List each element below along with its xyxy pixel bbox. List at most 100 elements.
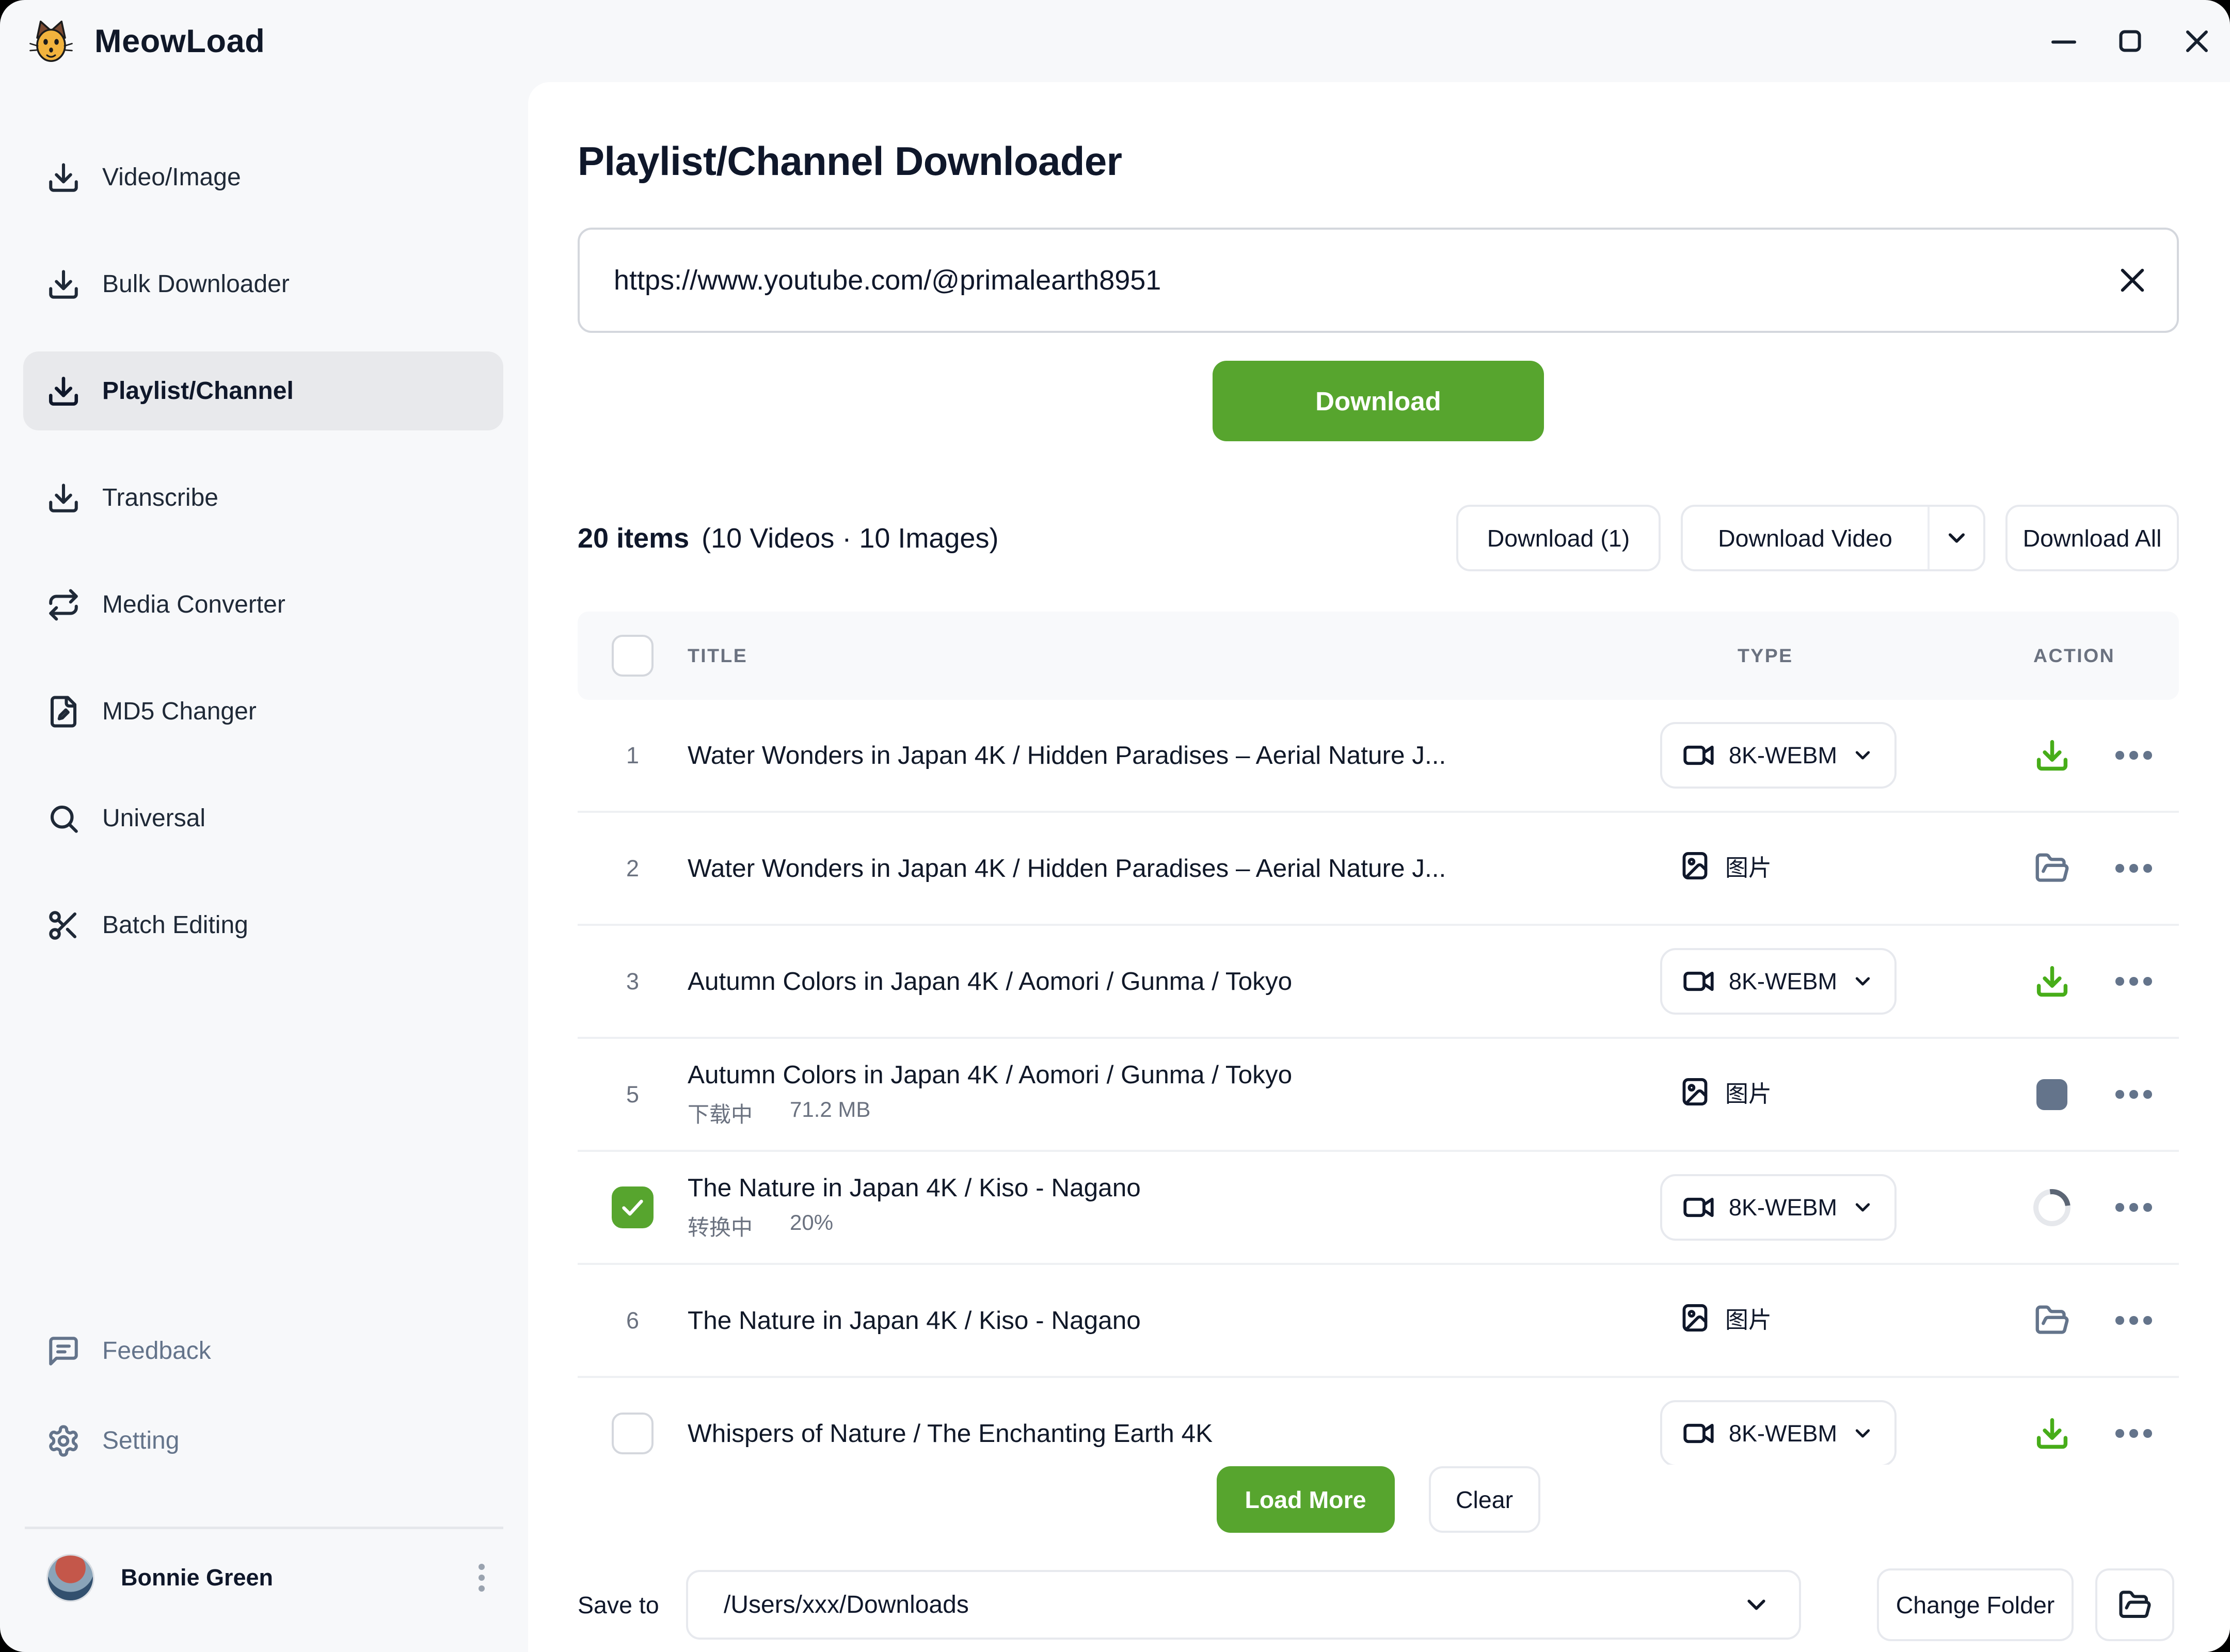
image-icon bbox=[1679, 1076, 1711, 1108]
meowload-logo-cat-icon bbox=[28, 18, 74, 65]
download-row-icon[interactable] bbox=[2032, 1414, 2072, 1454]
row-checkbox[interactable] bbox=[612, 1413, 654, 1454]
sidebar-item-md5-changer[interactable]: MD5 Changer bbox=[23, 672, 503, 751]
row-title: Autumn Colors in Japan 4K / Aomori / Gun… bbox=[688, 1060, 1660, 1089]
avatar bbox=[46, 1554, 94, 1602]
download-row-icon[interactable] bbox=[2032, 735, 2072, 776]
download-row-icon[interactable] bbox=[2032, 961, 2072, 1002]
open-folder-icon[interactable] bbox=[2032, 1301, 2072, 1341]
status-value: 20% bbox=[790, 1210, 833, 1242]
user-menu-dots-icon[interactable] bbox=[466, 1564, 497, 1592]
download-video-button[interactable]: Download Video bbox=[1683, 507, 1928, 569]
close-button[interactable] bbox=[2163, 0, 2230, 82]
pagination-actions: Load More Clear bbox=[578, 1466, 2179, 1533]
sidebar-item-playlist-channel[interactable]: Playlist/Channel bbox=[23, 351, 503, 430]
sidebar-item-setting[interactable]: Setting bbox=[23, 1401, 503, 1480]
table-row: Whispers of Nature / The Enchanting Eart… bbox=[578, 1378, 2179, 1465]
download-icon bbox=[46, 481, 81, 515]
load-more-button[interactable]: Load More bbox=[1217, 1466, 1395, 1533]
column-header-type: TYPE bbox=[1660, 645, 2024, 667]
video-icon bbox=[1682, 1191, 1715, 1224]
save-path-value: /Users/xxx/Downloads bbox=[724, 1591, 1742, 1619]
row-menu-dots-icon[interactable] bbox=[2115, 1429, 2152, 1438]
video-icon bbox=[1682, 1417, 1715, 1450]
open-save-folder-button[interactable] bbox=[2095, 1568, 2174, 1641]
items-summary: 20 items (10 Videos · 10 Images) bbox=[578, 505, 998, 571]
type-image: 图片 bbox=[1660, 1075, 1772, 1109]
row-number: 5 bbox=[626, 1081, 639, 1108]
download-video-chevron-down-icon[interactable] bbox=[1928, 507, 1983, 569]
status-value: 71.2 MB bbox=[790, 1097, 870, 1129]
format-select[interactable]: 8K-WEBM bbox=[1660, 1174, 1897, 1241]
download-all-button[interactable]: Download All bbox=[2005, 505, 2179, 571]
type-image: 图片 bbox=[1660, 1301, 1772, 1335]
main-panel: Playlist/Channel Downloader Download 20 … bbox=[528, 82, 2230, 1652]
chevron-down-icon bbox=[1851, 744, 1874, 767]
chevron-down-icon bbox=[1851, 970, 1874, 993]
app-window: MeowLoad Video/Image Bulk Downloader bbox=[0, 0, 2230, 1652]
row-menu-dots-icon[interactable] bbox=[2115, 977, 2152, 986]
row-title: The Nature in Japan 4K / Kiso - Nagano bbox=[688, 1306, 1660, 1335]
download-icon bbox=[46, 161, 81, 195]
sidebar-item-transcribe[interactable]: Transcribe bbox=[23, 458, 503, 537]
download-icon bbox=[46, 267, 81, 301]
sidebar-item-label: Batch Editing bbox=[102, 911, 248, 939]
minimize-button[interactable] bbox=[2030, 0, 2097, 82]
save-to-label: Save to bbox=[578, 1591, 686, 1619]
maximize-button[interactable] bbox=[2097, 0, 2163, 82]
title-bar: MeowLoad bbox=[0, 0, 2230, 82]
table-row: 3 Autumn Colors in Japan 4K / Aomori / G… bbox=[578, 926, 2179, 1039]
status-label: 转换中 bbox=[688, 1210, 753, 1242]
format-select[interactable]: 8K-WEBM bbox=[1660, 948, 1897, 1015]
row-title: Water Wonders in Japan 4K / Hidden Parad… bbox=[688, 741, 1660, 770]
gear-icon bbox=[46, 1424, 81, 1458]
stop-download-icon[interactable] bbox=[2032, 1074, 2072, 1115]
row-menu-dots-icon[interactable] bbox=[2115, 1316, 2152, 1325]
app-title: MeowLoad bbox=[94, 23, 265, 60]
format-select[interactable]: 8K-WEBM bbox=[1660, 1400, 1897, 1465]
table-row: 1 Water Wonders in Japan 4K / Hidden Par… bbox=[578, 700, 2179, 813]
sidebar-divider bbox=[25, 1527, 503, 1529]
sidebar-item-label: Playlist/Channel bbox=[102, 377, 294, 405]
page-title: Playlist/Channel Downloader bbox=[578, 138, 1122, 185]
sidebar-item-media-converter[interactable]: Media Converter bbox=[23, 565, 503, 644]
format-select[interactable]: 8K-WEBM bbox=[1660, 722, 1897, 789]
sidebar-item-batch-editing[interactable]: Batch Editing bbox=[23, 886, 503, 965]
status-label: 下载中 bbox=[688, 1097, 753, 1129]
row-menu-dots-icon[interactable] bbox=[2115, 864, 2152, 873]
type-image: 图片 bbox=[1660, 849, 1772, 883]
row-menu-dots-icon[interactable] bbox=[2115, 751, 2152, 760]
sidebar-item-label: Setting bbox=[102, 1426, 179, 1455]
sidebar-item-label: MD5 Changer bbox=[102, 697, 257, 726]
user-profile[interactable]: Bonnie Green bbox=[46, 1550, 497, 1606]
open-folder-icon[interactable] bbox=[2032, 848, 2072, 889]
sidebar-item-feedback[interactable]: Feedback bbox=[23, 1311, 503, 1390]
converting-spinner-icon bbox=[2032, 1188, 2072, 1228]
table-row: 5 Autumn Colors in Japan 4K / Aomori / G… bbox=[578, 1039, 2179, 1152]
video-icon bbox=[1682, 965, 1715, 998]
row-menu-dots-icon[interactable] bbox=[2115, 1203, 2152, 1212]
scissors-icon bbox=[46, 908, 81, 942]
sidebar-item-bulk-downloader[interactable]: Bulk Downloader bbox=[23, 245, 503, 324]
table-row: 6 The Nature in Japan 4K / Kiso - Nagano… bbox=[578, 1265, 2179, 1378]
sidebar-item-video-image[interactable]: Video/Image bbox=[23, 138, 503, 217]
clear-url-icon[interactable] bbox=[2114, 262, 2151, 299]
clear-button[interactable]: Clear bbox=[1429, 1466, 1540, 1533]
row-checkbox-checked[interactable] bbox=[612, 1186, 654, 1228]
sidebar-item-universal[interactable]: Universal bbox=[23, 779, 503, 858]
table-row: The Nature in Japan 4K / Kiso - Nagano 转… bbox=[578, 1152, 2179, 1265]
sidebar-item-label: Bulk Downloader bbox=[102, 270, 290, 298]
download-icon bbox=[46, 374, 81, 408]
change-folder-button[interactable]: Change Folder bbox=[1877, 1568, 2074, 1641]
items-breakdown: (10 Videos · 10 Images) bbox=[702, 522, 998, 554]
download-selected-button[interactable]: Download (1) bbox=[1456, 505, 1661, 571]
url-input[interactable] bbox=[578, 228, 2179, 333]
download-button[interactable]: Download bbox=[1213, 361, 1544, 441]
save-path-select[interactable]: /Users/xxx/Downloads bbox=[686, 1570, 1801, 1640]
user-name: Bonnie Green bbox=[121, 1564, 273, 1591]
sidebar-item-label: Feedback bbox=[102, 1337, 211, 1365]
row-title: Water Wonders in Japan 4K / Hidden Parad… bbox=[688, 854, 1660, 883]
folder-open-icon bbox=[2118, 1588, 2152, 1622]
row-menu-dots-icon[interactable] bbox=[2115, 1090, 2152, 1099]
select-all-checkbox[interactable] bbox=[612, 635, 654, 677]
